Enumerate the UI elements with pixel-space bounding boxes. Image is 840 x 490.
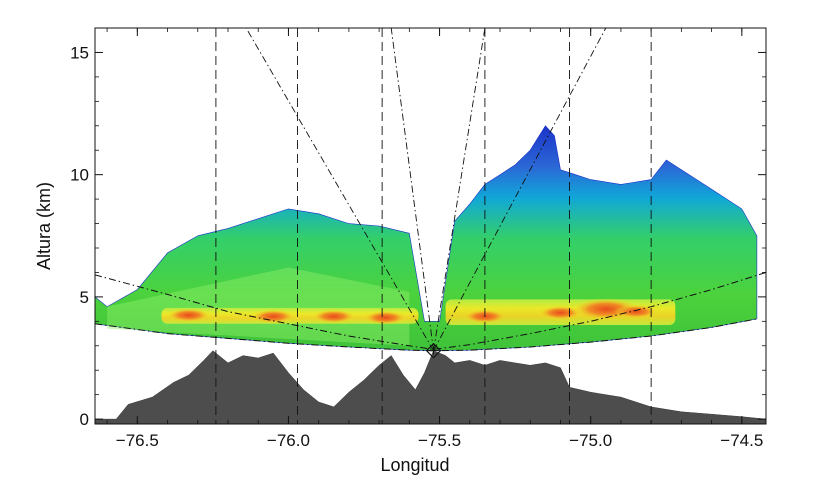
y-axis-title: Altura (km) xyxy=(34,182,54,270)
y-tick-label: 5 xyxy=(80,288,89,307)
x-tick-label: −75.5 xyxy=(418,431,461,450)
x-tick-label: −76.0 xyxy=(267,431,310,450)
x-tick-label: −74.5 xyxy=(720,431,763,450)
reflectivity-core xyxy=(251,309,296,324)
y-tick-label: 15 xyxy=(70,43,89,62)
reflectivity-core xyxy=(166,308,211,323)
plot-area xyxy=(95,28,766,424)
x-axis-title: Longitud xyxy=(380,455,449,475)
x-tick-label: −76.5 xyxy=(116,431,159,450)
reflectivity-core xyxy=(363,310,408,325)
terrain-profile xyxy=(95,350,766,424)
radar-cross-section-chart: −76.5 −76.0 −75.5 −75.0 −74.5 0 5 10 15 Longitu… xyxy=(34,27,767,475)
x-tick-label: −75.0 xyxy=(569,431,612,450)
reflectivity-core xyxy=(311,309,356,324)
y-tick-label: 10 xyxy=(70,166,89,185)
y-tick-label: 0 xyxy=(80,410,89,429)
